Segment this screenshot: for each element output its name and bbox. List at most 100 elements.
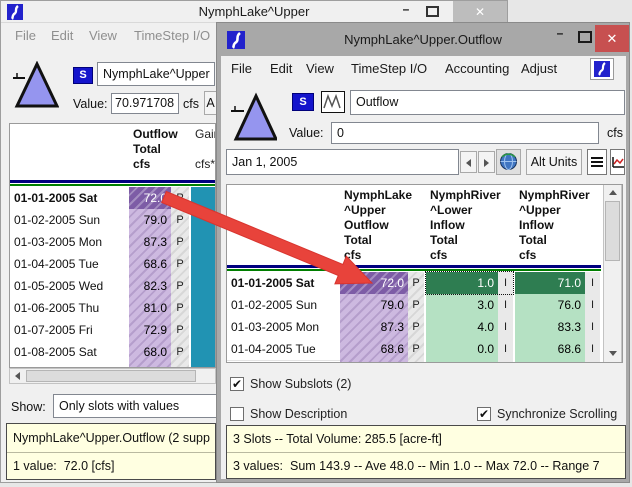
row-date[interactable]: 01-01-2005 Sat [10, 187, 129, 210]
gain-column [189, 187, 215, 367]
minimize-button[interactable]: – [394, 2, 418, 16]
vertical-scrollbar[interactable] [603, 185, 622, 362]
next-timestep-button[interactable] [478, 151, 495, 173]
row-flag[interactable]: P [171, 253, 189, 275]
row-date[interactable]: 01-02-2005 Sun [10, 209, 129, 232]
row-date[interactable]: 01-06-2005 Thu [10, 297, 129, 320]
row-value[interactable]: 79.0 [129, 209, 171, 231]
menu-timestep-io[interactable]: TimeStep I/O [134, 23, 210, 49]
cell-value[interactable]: 0.0 [426, 338, 498, 360]
cell-flag[interactable]: I [498, 338, 513, 360]
header-rule-green [10, 184, 215, 186]
row-value[interactable]: 68.0 [129, 341, 171, 363]
cell-value[interactable]: 76.0 [515, 294, 585, 316]
value-input[interactable]: 70.971708 [111, 93, 179, 114]
minimize-button[interactable]: – [548, 26, 572, 40]
cell-flag[interactable]: I [585, 338, 600, 360]
value-input[interactable]: 0 [331, 122, 599, 144]
row-date[interactable]: 01-04-2005 Tue [227, 338, 340, 361]
row-flag[interactable]: P [171, 297, 189, 319]
menu-edit[interactable]: Edit [270, 56, 292, 82]
scroll-left-icon[interactable] [15, 372, 20, 380]
close-button[interactable]: ✕ [595, 25, 629, 52]
cell-flag[interactable]: P [408, 272, 424, 294]
row-date[interactable]: 01-02-2005 Sun [227, 294, 340, 317]
row-flag[interactable]: P [171, 341, 189, 363]
column-header-3[interactable]: NymphRiver ^Upper Inflow Total cfs [515, 185, 600, 264]
row-date[interactable]: 01-01-2005 Sat [227, 272, 340, 295]
row-date[interactable]: 01-03-2005 Mon [10, 231, 129, 254]
maximize-button[interactable] [578, 31, 592, 43]
menu-accounting[interactable]: Accounting [445, 56, 509, 82]
cell-value[interactable]: 68.6 [515, 338, 585, 360]
row-value[interactable]: 81.0 [129, 297, 171, 319]
row-flag[interactable]: P [171, 209, 189, 231]
menu-file[interactable]: File [231, 56, 252, 82]
selected-cell-outline[interactable] [425, 271, 514, 295]
scroll-up-icon[interactable] [609, 190, 617, 195]
show-label: Show: [11, 400, 46, 414]
cell-value[interactable]: 3.0 [426, 294, 498, 316]
cell-flag[interactable]: I [585, 294, 600, 316]
show-description-checkbox[interactable] [230, 407, 244, 421]
row-value[interactable]: 68.6 [129, 253, 171, 275]
cell-value[interactable]: 71.0 [515, 272, 585, 294]
cell-flag[interactable]: I [498, 294, 513, 316]
cell-value[interactable]: 72.0 [340, 272, 408, 294]
menu-timestep-io[interactable]: TimeStep I/O [351, 56, 427, 82]
title-bar[interactable]: NymphLake^Upper – ✕ [1, 1, 507, 23]
row-value[interactable]: 72.9 [129, 319, 171, 341]
menu-adjust[interactable]: Adjust [521, 56, 557, 82]
close-button[interactable]: ✕ [453, 1, 507, 23]
cell-value[interactable]: 79.0 [340, 294, 408, 316]
scrollbar-thumb[interactable] [605, 201, 620, 261]
cell-flag[interactable]: I [498, 316, 513, 338]
row-flag[interactable]: P [171, 231, 189, 253]
column-header-2[interactable]: NymphRiver ^Lower Inflow Total cfs [426, 185, 513, 264]
cell-value[interactable]: 87.3 [340, 316, 408, 338]
alt-units-button[interactable]: Alt Units [526, 149, 582, 175]
menu-view[interactable]: View [89, 23, 117, 49]
prev-timestep-button[interactable] [460, 151, 477, 173]
cell-value[interactable]: 68.6 [340, 338, 408, 360]
menu-file[interactable]: File [15, 23, 36, 49]
scrollbar-thumb[interactable] [26, 370, 196, 382]
row-flag[interactable]: P [171, 187, 189, 209]
row-value[interactable]: 82.3 [129, 275, 171, 297]
row-date[interactable]: 01-04-2005 Tue [10, 253, 129, 276]
slot-name-field[interactable]: Outflow [350, 90, 625, 115]
row-date[interactable]: 01-03-2005 Mon [227, 316, 340, 339]
row-value[interactable]: 72.0 [129, 187, 171, 209]
row-flag[interactable]: P [171, 275, 189, 297]
cell-flag[interactable]: I [585, 272, 600, 294]
row-flag[interactable]: P [171, 319, 189, 341]
row-date[interactable]: 01-08-2005 Sat [10, 341, 129, 364]
open-object-button[interactable] [590, 58, 614, 80]
column-header-outflow[interactable]: Outflow Total cfs [129, 124, 179, 179]
scroll-down-icon[interactable] [609, 351, 617, 356]
cell-flag[interactable]: P [408, 316, 424, 338]
cell-value[interactable]: 4.0 [426, 316, 498, 338]
horizontal-scrollbar[interactable] [9, 368, 216, 384]
goto-date-button[interactable] [496, 149, 521, 175]
column-header-gain[interactable]: Gain cfs* [191, 124, 216, 179]
cell-flag[interactable]: I [585, 316, 600, 338]
row-date[interactable]: 01-05-2005 Wed [10, 275, 129, 298]
show-subslots-checkbox[interactable]: ✔ [230, 377, 244, 391]
cell-value[interactable]: 83.3 [515, 316, 585, 338]
show-filter-dropdown[interactable]: Only slots with values [53, 394, 217, 418]
list-view-button[interactable] [587, 149, 607, 175]
header-rule-navy [10, 180, 215, 183]
plot-button[interactable] [610, 149, 625, 175]
object-name-field[interactable]: NymphLake^Upper [97, 62, 215, 86]
menu-view[interactable]: View [306, 56, 334, 82]
date-field[interactable]: Jan 1, 2005 [226, 149, 459, 175]
row-value[interactable]: 87.3 [129, 231, 171, 253]
sync-scrolling-checkbox[interactable]: ✔ [477, 407, 491, 421]
cell-flag[interactable]: P [408, 294, 424, 316]
menu-edit[interactable]: Edit [51, 23, 73, 49]
maximize-button[interactable] [426, 6, 439, 17]
column-header-1[interactable]: NymphLake ^Upper Outflow Total cfs [340, 185, 424, 264]
row-date[interactable]: 01-07-2005 Fri [10, 319, 129, 342]
cell-flag[interactable]: P [408, 338, 424, 360]
